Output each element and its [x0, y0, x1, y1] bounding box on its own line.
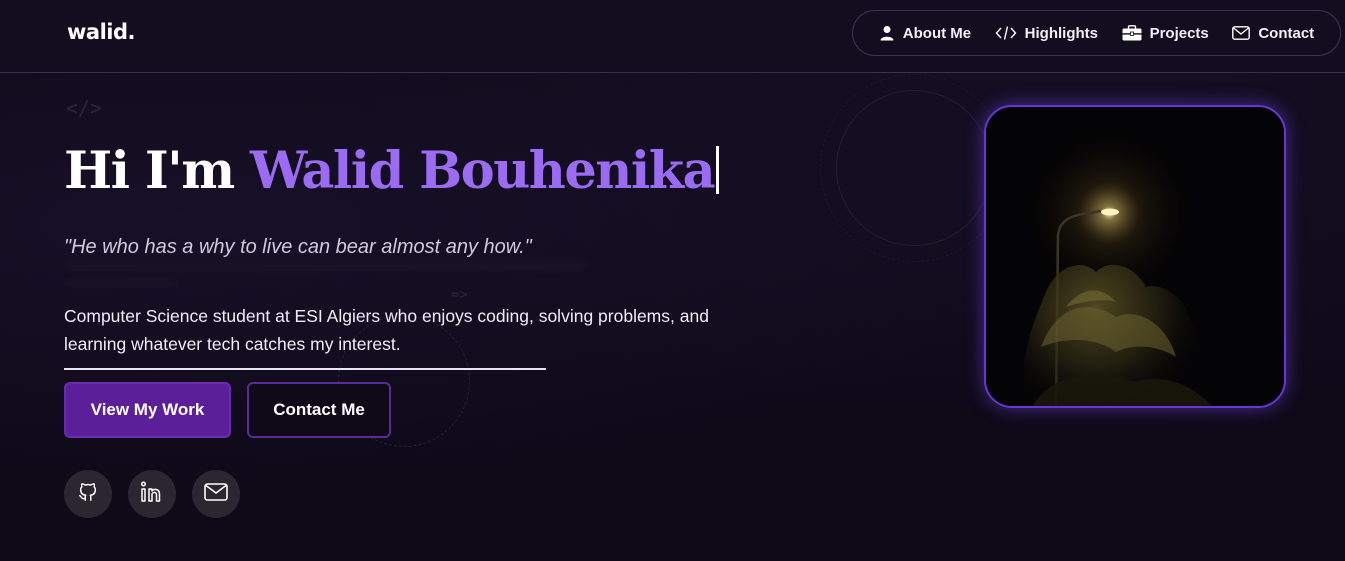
hero-quote: "He who has a why to live can bear almos… — [64, 236, 532, 258]
nav-about-me[interactable]: About Me — [879, 25, 971, 42]
mail-icon — [204, 483, 228, 505]
site-logo[interactable]: walid. — [67, 20, 135, 44]
site-header: walid. About Me Highlights Projects Cont… — [0, 0, 1345, 73]
view-my-work-button[interactable]: View My Work — [64, 382, 231, 438]
hero-name: Walid Bouhenika — [250, 141, 716, 201]
briefcase-icon — [1122, 25, 1142, 41]
blurred-text-decoration — [66, 261, 586, 271]
linkedin-icon — [140, 481, 164, 507]
arrow-tag-decoration: => — [451, 287, 468, 303]
hero-greeting: Hi I'm — [64, 141, 251, 201]
nav-highlights[interactable]: Highlights — [995, 25, 1098, 42]
mail-icon — [1232, 26, 1251, 40]
nav-contact-label: Contact — [1258, 24, 1315, 42]
user-icon — [879, 25, 895, 41]
hero-description: Computer Science student at ESI Algiers … — [64, 306, 709, 354]
code-tag-decoration: </> — [66, 96, 103, 120]
hero-headline: Hi I'm Walid Bouhenika — [64, 141, 720, 201]
decorative-circle — [836, 90, 992, 246]
description-underline — [64, 368, 546, 370]
nav-contact[interactable]: Contact — [1232, 25, 1314, 42]
main-nav: About Me Highlights Projects Contact — [852, 10, 1341, 56]
nav-about-me-label: About Me — [902, 24, 972, 42]
contact-me-button[interactable]: Contact Me — [247, 382, 391, 438]
nav-projects-label: Projects — [1149, 24, 1209, 42]
code-icon — [995, 25, 1017, 41]
blurred-text-decoration — [66, 279, 176, 287]
github-icon — [77, 481, 99, 507]
typing-cursor — [716, 146, 720, 194]
nav-highlights-label: Highlights — [1024, 24, 1098, 42]
profile-photo — [984, 105, 1286, 408]
github-link[interactable] — [64, 470, 112, 518]
nav-projects[interactable]: Projects — [1122, 25, 1209, 42]
email-link[interactable] — [192, 470, 240, 518]
linkedin-link[interactable] — [128, 470, 176, 518]
